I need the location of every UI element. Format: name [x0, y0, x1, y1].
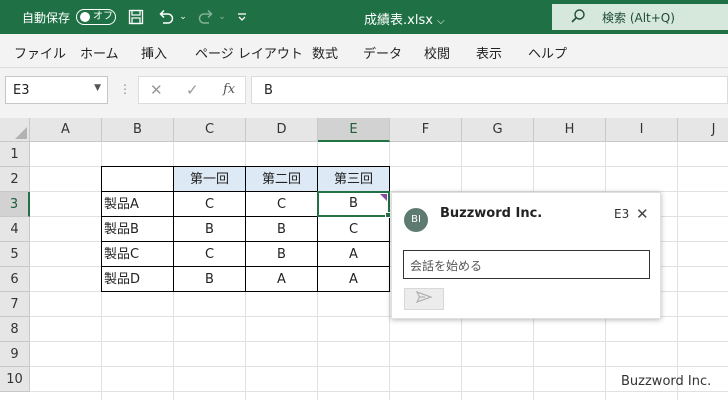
redo-dropdown-icon[interactable]: ⌄ [217, 7, 227, 27]
row-header-10[interactable]: 10 [0, 367, 30, 392]
cell-c6[interactable]: B [173, 266, 246, 292]
search-box[interactable]: 検索 (Alt+Q) [552, 4, 728, 30]
insert-function-button[interactable]: fx [223, 82, 235, 97]
cell-b4[interactable]: 製品B [101, 216, 174, 242]
cancel-icon[interactable]: ✕ [150, 81, 163, 99]
cell-e3-active[interactable]: B [317, 191, 390, 217]
autosave-toggle[interactable]: オフ [76, 9, 116, 25]
tab-help[interactable]: ヘルプ [528, 43, 567, 62]
gridline [30, 391, 728, 392]
row-header-8[interactable]: 8 [0, 317, 30, 342]
chevron-down-icon: ⌵ [437, 16, 445, 27]
cell-e3-value: B [349, 196, 358, 211]
title-bar: 自動保存 オフ ⌄ ⌄ 成績表.xlsx ⌵ 検索 (Alt+Q) [0, 0, 728, 34]
customize-toolbar-icon[interactable] [236, 7, 248, 27]
tab-review[interactable]: 校閲 [424, 43, 450, 62]
formula-buttons: ✕ ✓ fx [138, 76, 246, 104]
column-header-h[interactable]: H [534, 118, 606, 142]
send-button[interactable] [404, 288, 444, 310]
cell-e4[interactable]: C [317, 216, 390, 242]
column-header-g[interactable]: G [462, 118, 534, 142]
close-icon[interactable]: ✕ [636, 205, 649, 223]
cell-e5[interactable]: A [317, 241, 390, 267]
column-header-c[interactable]: C [174, 118, 246, 142]
formula-input[interactable]: B [251, 76, 728, 104]
cell-c2[interactable]: 第一回 [173, 166, 246, 192]
row-header-6[interactable]: 6 [0, 267, 30, 292]
enter-check-icon[interactable]: ✓ [186, 81, 199, 99]
cell-b2[interactable] [101, 166, 174, 192]
gridline [30, 341, 728, 342]
avatar: BI [404, 208, 428, 232]
row-header-2[interactable]: 2 [0, 167, 30, 192]
row-header-1[interactable]: 1 [0, 142, 30, 167]
autosave-label: 自動保存 [22, 11, 71, 25]
cell-d3[interactable]: C [245, 191, 318, 217]
ribbon-tabs: ファイル ホーム 挿入 ページ レイアウト 数式 データ 校閲 表示 ヘルプ [0, 34, 728, 68]
comment-input[interactable]: 会話を始める [403, 250, 650, 279]
cell-b3[interactable]: 製品A [101, 191, 174, 217]
file-name-text: 成績表.xlsx [364, 13, 433, 28]
cell-b5[interactable]: 製品C [101, 241, 174, 267]
tab-data[interactable]: データ [363, 43, 402, 62]
autosave-toggle-label: オフ [93, 11, 113, 22]
more-vertical-icon: ⋮ [119, 82, 131, 96]
toggle-knob [80, 12, 90, 22]
column-header-i[interactable]: I [606, 118, 678, 142]
cell-c4[interactable]: B [173, 216, 246, 242]
name-box[interactable]: E3 ▼ [5, 76, 108, 104]
comment-panel: BI Buzzword Inc. E3 ✕ 会話を始める [391, 192, 661, 319]
name-box-value: E3 [13, 83, 30, 98]
cell-b6[interactable]: 製品D [101, 266, 174, 292]
column-header-e[interactable]: E [318, 118, 390, 142]
search-icon [570, 8, 586, 28]
comment-author: Buzzword Inc. [440, 206, 543, 221]
cell-d5[interactable]: B [245, 241, 318, 267]
select-all-button[interactable] [0, 118, 30, 142]
tab-formulas[interactable]: 数式 [312, 43, 338, 62]
cell-d2[interactable]: 第二回 [245, 166, 318, 192]
tab-home[interactable]: ホーム [80, 43, 119, 62]
caret-down-icon[interactable]: ▼ [94, 83, 101, 93]
cell-c3[interactable]: C [173, 191, 246, 217]
undo-dropdown-icon[interactable]: ⌄ [178, 7, 188, 27]
gridline [30, 366, 728, 367]
cell-d4[interactable]: B [245, 216, 318, 242]
comment-cell-ref: E3 [614, 207, 630, 221]
column-header-f[interactable]: F [390, 118, 462, 142]
row-header-4[interactable]: 4 [0, 217, 30, 242]
cell-e2[interactable]: 第三回 [317, 166, 390, 192]
watermark: Buzzword Inc. [621, 374, 712, 389]
file-name[interactable]: 成績表.xlsx ⌵ [364, 9, 445, 28]
row-header-9[interactable]: 9 [0, 342, 30, 367]
save-icon[interactable] [127, 7, 145, 27]
formula-value: B [264, 83, 273, 98]
tab-page-layout[interactable]: ページ レイアウト [195, 43, 303, 62]
comment-indicator-icon [380, 194, 387, 201]
column-header-a[interactable]: A [30, 118, 102, 142]
column-header-b[interactable]: B [102, 118, 174, 142]
row-header-7[interactable]: 7 [0, 292, 30, 317]
row-header-3[interactable]: 3 [0, 192, 30, 217]
row-header-5[interactable]: 5 [0, 242, 30, 267]
send-icon [415, 290, 433, 307]
tab-file[interactable]: ファイル [14, 43, 66, 62]
undo-icon[interactable] [156, 7, 176, 27]
redo-icon[interactable] [196, 7, 216, 27]
cell-c5[interactable]: C [173, 241, 246, 267]
tab-view[interactable]: 表示 [476, 43, 502, 62]
tab-insert[interactable]: 挿入 [141, 43, 167, 62]
formula-bar: E3 ▼ ⋮ ✕ ✓ fx B [0, 68, 728, 118]
cell-e6[interactable]: A [317, 266, 390, 292]
gridline [677, 142, 678, 400]
cell-d6[interactable]: A [245, 266, 318, 292]
column-header-d[interactable]: D [246, 118, 318, 142]
comment-input-placeholder: 会話を始める [410, 259, 483, 273]
search-label: 検索 (Alt+Q) [602, 11, 675, 25]
column-header-j[interactable]: J [678, 118, 728, 142]
